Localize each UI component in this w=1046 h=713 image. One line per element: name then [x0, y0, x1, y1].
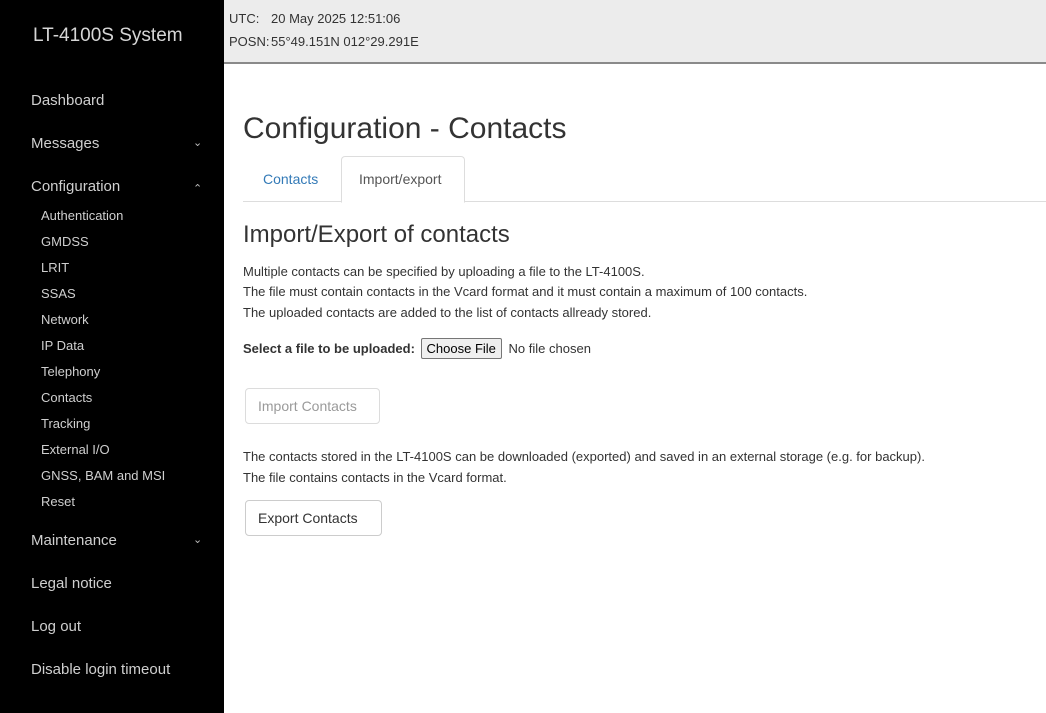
page-title: Configuration - Contacts	[243, 112, 567, 145]
sidebar-item-maintenance[interactable]: Maintenance ⌄	[0, 526, 224, 556]
sidebar-item-messages[interactable]: Messages ⌄	[0, 129, 224, 159]
intro-line: The file must contain contacts in the Vc…	[243, 284, 808, 299]
sidebar-item-label: Dashboard	[31, 92, 105, 109]
sidebar-item-label: Maintenance	[31, 532, 117, 549]
sidebar-item-label: Log out	[31, 618, 82, 635]
export-description-line: The file contains contacts in the Vcard …	[243, 470, 507, 485]
sidebar-item-label: Disable login timeout	[31, 661, 171, 678]
utc-label: UTC:	[229, 11, 260, 26]
upload-row: Select a file to be uploaded: Choose Fil…	[243, 338, 591, 359]
sidebar-item-label: Legal notice	[31, 575, 112, 592]
utc-value: 20 May 2025 12:51:06	[271, 11, 401, 26]
tab-import-export[interactable]: Import/export	[341, 156, 465, 203]
sidebar-item-label: Messages	[31, 135, 100, 152]
sidebar-subitem-external-io[interactable]: External I/O	[41, 442, 110, 457]
sidebar-subitem-tracking[interactable]: Tracking	[41, 416, 90, 431]
sidebar-item-label: Configuration	[31, 178, 121, 195]
sidebar-item-configuration[interactable]: Configuration ⌃	[0, 172, 224, 202]
sidebar-subitem-lrit[interactable]: LRIT	[41, 260, 69, 275]
sidebar-subitem-ip-data[interactable]: IP Data	[41, 338, 84, 353]
utc-row: UTC: 20 May 2025 12:51:06	[229, 11, 400, 26]
section-title: Import/Export of contacts	[243, 221, 510, 248]
upload-label: Select a file to be uploaded:	[243, 341, 415, 356]
posn-value: 55°49.151N 012°29.291E	[271, 34, 419, 49]
posn-label: POSN:	[229, 34, 270, 49]
chevron-down-icon: ⌄	[193, 137, 203, 149]
sidebar-subitem-network[interactable]: Network	[41, 312, 89, 327]
tab-bar: Contacts Import/export	[243, 156, 1046, 203]
tab-label: Contacts	[263, 171, 319, 187]
tab-contacts[interactable]: Contacts	[243, 156, 341, 202]
status-bar: UTC: 20 May 2025 12:51:06 POSN: 55°49.151N…	[224, 0, 1046, 64]
sidebar-subitem-contacts[interactable]: Contacts	[41, 390, 92, 405]
sidebar-item-legal-notice[interactable]: Legal notice	[0, 569, 224, 599]
intro-line: Multiple contacts can be specified by up…	[243, 264, 645, 279]
sidebar-item-log-out[interactable]: Log out	[0, 612, 224, 642]
sidebar-subitem-reset[interactable]: Reset	[41, 494, 75, 509]
sidebar-subitem-telephony[interactable]: Telephony	[41, 364, 100, 379]
export-description-line: The contacts stored in the LT-4100S can …	[243, 449, 925, 464]
sidebar-subitem-authentication[interactable]: Authentication	[41, 208, 123, 223]
chevron-up-icon: ⌃	[193, 183, 203, 195]
position-row: POSN: 55°49.151N 012°29.291E	[229, 34, 419, 49]
sidebar-item-disable-login-timeout[interactable]: Disable login timeout	[0, 655, 224, 685]
choose-file-button[interactable]: Choose File	[420, 338, 502, 359]
sidebar-subitem-gnss-bam-msi[interactable]: GNSS, BAM and MSI	[41, 468, 165, 483]
chevron-down-icon: ⌄	[193, 534, 203, 546]
file-status: No file chosen	[508, 341, 591, 356]
sidebar-subitem-ssas[interactable]: SSAS	[41, 286, 76, 301]
main-content: Configuration - Contacts Contacts Import…	[224, 66, 1046, 713]
sidebar-subitem-gmdss[interactable]: GMDSS	[41, 234, 89, 249]
import-contacts-button[interactable]: Import Contacts	[245, 388, 380, 424]
intro-line: The uploaded contacts are added to the l…	[243, 305, 652, 320]
app-brand: LT-4100S System	[33, 25, 183, 46]
export-contacts-button[interactable]: Export Contacts	[245, 500, 382, 536]
sidebar: LT-4100S System Dashboard Messages ⌄ Con…	[0, 0, 224, 713]
tab-label: Import/export	[359, 171, 442, 187]
sidebar-item-dashboard[interactable]: Dashboard	[0, 86, 224, 116]
